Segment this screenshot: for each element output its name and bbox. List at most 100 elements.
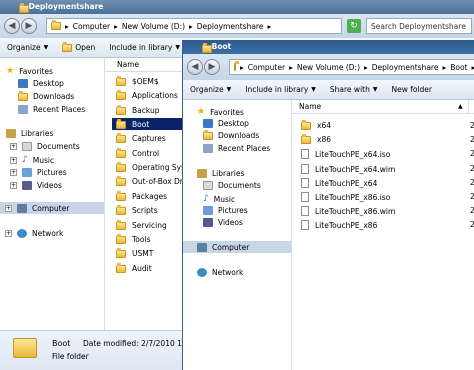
- nav-recent-places[interactable]: Recent Places: [203, 144, 270, 153]
- file-row[interactable]: x64: [301, 119, 331, 130]
- nav-network[interactable]: Network: [197, 268, 243, 277]
- organize-button[interactable]: Organize ▼: [183, 85, 238, 94]
- file-name: LiteTouchPE_x64: [315, 178, 378, 188]
- nav-pictures[interactable]: + Pictures: [10, 168, 67, 177]
- crumb-boot[interactable]: Boot: [450, 63, 467, 72]
- forward-button[interactable]: ▶: [204, 59, 220, 75]
- crumb-volume[interactable]: New Volume (D:): [297, 63, 360, 72]
- front-nav-pane: [183, 100, 292, 370]
- back-column-header[interactable]: Name: [105, 58, 183, 72]
- crumb-volume[interactable]: New Volume (D:): [122, 22, 185, 31]
- folder-row[interactable]: Servicing: [116, 219, 167, 230]
- file-row[interactable]: LiteTouchPE_x64.iso: [301, 149, 390, 159]
- nav-videos[interactable]: Videos: [203, 218, 243, 227]
- back-address-bar[interactable]: ▸ Computer ▸ New Volume (D:) ▸ Deploymen…: [46, 18, 342, 34]
- expand-icon[interactable]: +: [10, 156, 17, 164]
- file-row[interactable]: LiteTouchPE_x86.wim: [301, 206, 395, 216]
- nav-videos[interactable]: + Videos: [10, 181, 62, 190]
- back-button[interactable]: ◀: [187, 59, 203, 75]
- include-library-button[interactable]: Include in library ▼: [238, 85, 323, 94]
- chevron-right-icon: ▸: [240, 62, 244, 72]
- caret-down-icon: ▼: [43, 44, 49, 51]
- nav-label: Network: [212, 268, 244, 277]
- nav-downloads[interactable]: Downloads: [203, 129, 260, 140]
- nav-computer[interactable]: + Computer: [5, 204, 69, 213]
- crumb-computer[interactable]: Computer: [73, 22, 110, 31]
- back-button[interactable]: ◀: [4, 18, 20, 34]
- folder-row[interactable]: Scripts: [116, 204, 158, 215]
- crumb-computer[interactable]: Computer: [248, 63, 285, 72]
- column-divider[interactable]: [468, 100, 469, 114]
- nav-label: Downloads: [33, 92, 75, 101]
- nav-network[interactable]: + Network: [5, 229, 63, 238]
- folder-row[interactable]: Audit: [116, 262, 152, 273]
- forward-button[interactable]: ▶: [21, 18, 37, 34]
- file-row[interactable]: LiteTouchPE_x86: [301, 220, 377, 230]
- documents-icon: [22, 142, 32, 151]
- nav-favorites[interactable]: ★ Favorites: [6, 66, 53, 76]
- details-folder-icon: [13, 338, 37, 358]
- folder-row[interactable]: Captures: [116, 132, 166, 143]
- include-library-button[interactable]: Include in library ▼: [102, 43, 187, 52]
- nav-downloads[interactable]: Downloads: [18, 90, 75, 101]
- nav-pictures[interactable]: Pictures: [203, 206, 248, 215]
- folder-name: $OEM$: [132, 77, 159, 86]
- chevron-right-icon: ▸: [65, 21, 69, 31]
- refresh-icon[interactable]: ↻: [347, 19, 361, 33]
- front-column-header[interactable]: Name ▲: [292, 100, 474, 114]
- chevron-right-icon: ▸: [267, 21, 272, 31]
- front-window-title: Boot: [211, 42, 232, 51]
- folder-row[interactable]: Packages: [116, 190, 167, 201]
- folder-row[interactable]: Out-of-Box Driv: [116, 175, 189, 186]
- file-row[interactable]: LiteTouchPE_x86.iso: [301, 192, 390, 202]
- chevron-right-icon: ▸: [442, 62, 447, 72]
- music-icon: ♪: [203, 194, 209, 204]
- nav-computer[interactable]: Computer: [197, 243, 249, 252]
- file-row[interactable]: LiteTouchPE_x64: [301, 178, 377, 188]
- expand-icon[interactable]: +: [10, 169, 17, 176]
- nav-label: Pictures: [218, 206, 248, 215]
- crumb-deploymentshare[interactable]: Deploymentshare: [372, 63, 439, 72]
- folder-row[interactable]: Tools: [116, 233, 150, 244]
- organize-button[interactable]: Organize ▼: [0, 43, 55, 52]
- nav-label: Desktop: [218, 119, 249, 128]
- nav-desktop[interactable]: Desktop: [18, 79, 64, 88]
- caret-down-icon: ▼: [311, 86, 316, 93]
- nav-documents[interactable]: Documents: [203, 181, 261, 190]
- folder-name: USMT: [132, 249, 154, 258]
- expand-icon[interactable]: +: [10, 182, 17, 189]
- nav-label: Desktop: [33, 79, 64, 88]
- folder-icon: [116, 262, 126, 273]
- nav-label: Downloads: [218, 131, 260, 140]
- folder-row[interactable]: Backup: [116, 104, 160, 115]
- front-address-bar[interactable]: ▸ Computer ▸ New Volume (D:) ▸ Deploymen…: [229, 59, 474, 75]
- documents-icon: [203, 181, 213, 190]
- folder-row[interactable]: $OEM$: [116, 75, 159, 86]
- new-folder-button[interactable]: New folder: [384, 85, 439, 94]
- folder-row[interactable]: Control: [116, 147, 159, 158]
- expand-icon[interactable]: +: [5, 205, 12, 212]
- desktop-icon: [18, 79, 28, 88]
- nav-label: Videos: [37, 181, 62, 190]
- open-button[interactable]: Open: [55, 41, 102, 52]
- file-row[interactable]: LiteTouchPE_x64.wim: [301, 164, 395, 174]
- nav-documents[interactable]: + Documents: [10, 142, 80, 151]
- folder-row[interactable]: USMT: [116, 247, 154, 258]
- nav-recent-places[interactable]: Recent Places: [18, 105, 85, 114]
- file-row[interactable]: x86: [301, 133, 331, 144]
- share-with-button[interactable]: Share with ▼: [323, 85, 385, 94]
- expand-icon[interactable]: +: [5, 230, 12, 237]
- nav-libraries[interactable]: Libraries: [197, 169, 244, 178]
- nav-favorites[interactable]: ★ Favorites: [197, 107, 244, 117]
- expand-icon[interactable]: +: [10, 143, 17, 150]
- crumb-deploymentshare[interactable]: Deploymentshare: [197, 22, 264, 31]
- nav-libraries[interactable]: Libraries: [6, 129, 53, 138]
- nav-label: Documents: [218, 181, 261, 190]
- search-input[interactable]: Search Deploymentshare: [366, 18, 472, 34]
- nav-desktop[interactable]: Desktop: [203, 119, 249, 128]
- folder-row[interactable]: Applications: [116, 89, 178, 100]
- computer-icon: [197, 243, 207, 252]
- nav-music[interactable]: ♪ Music: [203, 194, 235, 204]
- folder-row[interactable]: Boot: [116, 118, 149, 129]
- nav-music[interactable]: + ♪ Music: [10, 155, 54, 165]
